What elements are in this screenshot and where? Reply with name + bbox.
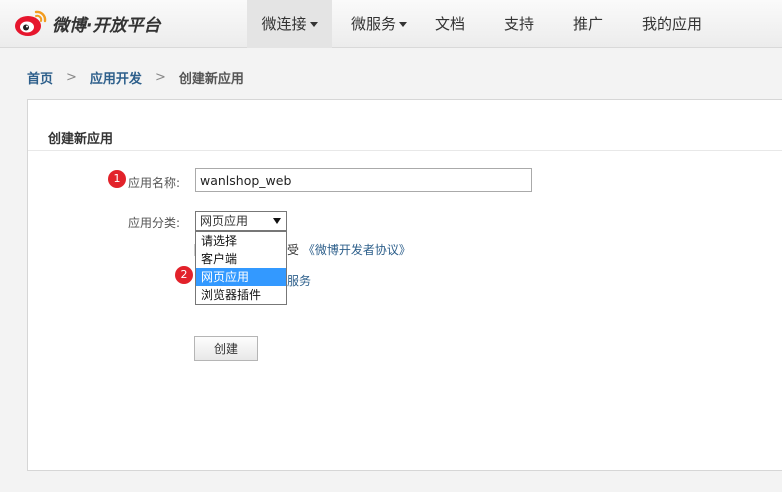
breadcrumb-current: 创建新应用 [178,72,244,87]
agreement-prefix: 受 [287,243,300,257]
nav-item-weifuwu[interactable]: 微服务 [340,0,418,48]
caret-down-icon [309,22,318,27]
logo-text: 微博·开放平台 [52,15,161,36]
panel-divider [28,150,782,151]
nav-item-docs[interactable]: 文档 [435,0,465,48]
service-link[interactable]: 服务 [287,272,311,289]
caret-down-icon [399,22,407,27]
app-name-input[interactable] [195,168,532,192]
breadcrumb-home-link[interactable]: 首页 [27,68,53,87]
panel-title: 创建新应用 [48,132,114,147]
agreement-text: 受 《微博开发者协议》 [287,241,411,258]
dropdown-option-selected[interactable]: 网页应用 [196,268,286,286]
dropdown-option[interactable]: 客户端 [196,250,286,268]
nav-item-promote[interactable]: 推广 [573,0,603,48]
breadcrumb-separator: > [154,70,166,85]
app-category-label: 应用分类: [128,216,181,230]
breadcrumb-app-dev-link[interactable]: 应用开发 [90,68,142,87]
dropdown-option[interactable]: 浏览器插件 [196,286,286,304]
select-value: 网页应用 [200,214,249,228]
dropdown-option[interactable]: 请选择 [196,232,286,250]
nav-item-my-apps[interactable]: 我的应用 [642,0,702,48]
developer-agreement-link[interactable]: 《微博开发者协议》 [303,243,411,257]
app-name-label: 应用名称: [128,176,181,190]
annotation-badge-2: 2 [175,266,193,284]
dropdown-arrow-icon [273,218,281,224]
create-button[interactable]: 创建 [194,336,258,361]
nav-item-label: 微服务 [350,15,396,33]
weibo-eye-icon [15,10,47,36]
annotation-badge-1: 1 [108,170,126,188]
breadcrumb-separator: > [66,70,77,85]
nav-item-weilianjie[interactable]: 微连接 [247,0,332,48]
weibo-logo[interactable]: 微博·开放平台 [14,8,160,38]
top-nav-bar: 微博·开放平台 微连接 微服务 文档 支持 推广 我的应用 [0,0,782,48]
create-app-panel: 创建新应用 [27,99,782,471]
nav-item-support[interactable]: 支持 [504,0,534,48]
app-category-select[interactable]: 网页应用 [195,211,287,231]
breadcrumb: 首页 > 应用开发 > 创建新应用 [27,68,244,87]
nav-item-label: 微连接 [261,15,307,33]
category-dropdown-list: 请选择 客户端 网页应用 浏览器插件 [195,231,287,305]
